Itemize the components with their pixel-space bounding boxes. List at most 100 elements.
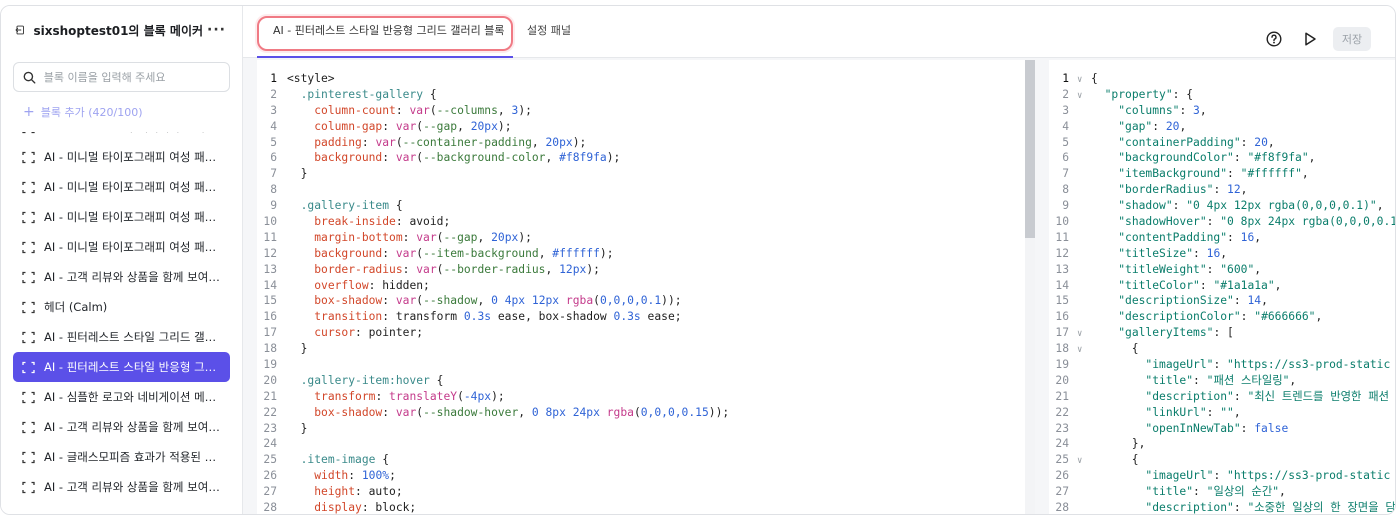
code-token: "linkUrl" (1145, 405, 1207, 419)
line-number: 18 (263, 342, 277, 356)
css-editor-scrollbar[interactable] (1025, 60, 1035, 514)
line-number: 2 (270, 87, 277, 101)
sidebar-item[interactable]: AI - 미니멀 타이포그래피 여성 패션 히... (1, 142, 230, 172)
code-token: ); (599, 246, 614, 260)
line-number: 5 (270, 135, 277, 149)
sidebar-item[interactable]: AI - 핀터레스트 스타일 그리드 갤러리 ... (1, 322, 230, 352)
code-token: "gap" (1118, 119, 1153, 133)
code-token: ); (606, 151, 621, 165)
sidebar-item-label: AI - 미니멀 타이포그래피 여성 패션 히... (44, 210, 220, 224)
sidebar-item[interactable]: AI - 미니멀 타이포그래피 여성 패션 히... (1, 172, 230, 202)
sidebar-item[interactable]: AI - 미니멀 타이포그래피 여성 패션 히... (1, 202, 230, 232)
code-token: : (1240, 310, 1255, 324)
code-token: "600" (1220, 262, 1255, 276)
sidebar-item-active[interactable]: AI - 핀터레스트 스타일 반응형 그리드 ... (13, 352, 230, 382)
line-number: 3 (270, 103, 277, 117)
more-menu-button[interactable]: ··· (203, 22, 230, 38)
css-code-line: 6 background: var(--background-color, #f… (257, 150, 729, 166)
help-circle-icon[interactable] (1265, 30, 1283, 48)
block-icon (22, 151, 35, 163)
json-code-line: 10 "shadowHover": "0 8px 24px rgba(0,0,0… (1049, 214, 1395, 230)
code-token: var (395, 151, 417, 165)
code-token: , (1289, 373, 1297, 387)
code-token: : hidden; (368, 278, 430, 292)
add-block-button[interactable]: + 블록 추가 (420/100) (23, 104, 242, 120)
json-code-line: 28 "description": "소중한 일상의 한 장면을 담 (1049, 500, 1395, 514)
sidebar-item[interactable]: AI - 심플한 로고와 네비게이션 메뉴가 ... (1, 382, 230, 412)
code-token: , (1376, 199, 1384, 213)
sidebar-item[interactable]: AI - 고객 리뷰와 상품을 함께 보여주는... (1, 262, 230, 292)
code-token: "galleryItems" (1118, 326, 1214, 340)
code-token: height (314, 485, 356, 499)
code-token: --container-padding (402, 135, 532, 149)
css-code-line: 17 cursor: pointer; (257, 325, 729, 341)
exit-icon[interactable] (15, 22, 25, 38)
code-token: "일상의 순간" (1206, 485, 1280, 499)
css-code-line: 28 display: block; (257, 500, 729, 514)
code-token: background (314, 246, 383, 260)
sidebar-title: sixshoptest01의 블록 메이커 (33, 23, 204, 38)
tab-block-code[interactable]: AI - 핀터레스트 스타일 반응형 그리드 갤러리 블록 (273, 22, 505, 38)
sidebar-item[interactable]: 헤더 (Calm) (1, 292, 230, 322)
sidebar-item[interactable]: AI - 미니멀 타이포그래피 여성 패션 히... (1, 232, 230, 262)
css-code-line: 7 } (257, 166, 729, 182)
code-token: ( (457, 389, 464, 403)
save-button[interactable]: 저장 (1333, 27, 1371, 51)
code-token: : (348, 469, 362, 483)
code-token: , (1199, 103, 1207, 117)
code-token: , (1301, 167, 1309, 181)
code-token: 0.3s (613, 310, 641, 324)
code-token: { (375, 453, 390, 467)
json-code-editor[interactable]: 1 ∨{2 ∨ "property": {3 "columns": 3, 4 "gap… (1049, 60, 1395, 514)
line-number: 4 (270, 119, 277, 133)
code-token: -4px (463, 389, 492, 403)
code-token: "imageUrl" (1145, 469, 1214, 483)
css-code-line: 25 .item-image { (257, 452, 729, 468)
json-code-line: 16 "descriptionColor": "#666666", (1049, 309, 1395, 325)
code-token: : (395, 103, 410, 117)
block-search-input[interactable] (43, 70, 220, 84)
css-code-line: 11 margin-bottom: var(--gap, 20px); (257, 230, 729, 246)
json-code-line: 15 "descriptionSize": 14, (1049, 293, 1395, 309)
sidebar-item-label: AI - 고객 리뷰와 상품을 함께 보여주는... (44, 270, 220, 284)
code-token: "0 4px 12px rgba(0,0,0,0.1)" (1186, 199, 1377, 213)
code-token: box-shadow (314, 405, 383, 419)
line-number: 2 (1062, 87, 1069, 101)
sidebar-item[interactable]: AI - 고객 리뷰와 상품을 함께 보여주는... (1, 412, 230, 442)
code-token: : (1193, 373, 1207, 387)
tab-settings-panel[interactable]: 설정 패널 (527, 22, 571, 38)
line-number: 1 (1062, 72, 1069, 85)
code-token: "containerPadding" (1118, 135, 1241, 149)
css-editor-scrollbar-thumb[interactable] (1025, 60, 1035, 238)
sidebar-item-label: AI - 고객 리뷰와 상품을 함께 보여주는... (44, 420, 220, 434)
code-token: , (1315, 310, 1323, 324)
code-token: .gallery-item (300, 199, 390, 213)
code-token: "#666666" (1254, 310, 1316, 324)
code-token: .item-image (300, 453, 376, 467)
sidebar-item[interactable]: AI - 고객 리뷰와 상품을 함께 보여주는... (1, 472, 230, 502)
code-token: "" (1220, 405, 1234, 419)
list-item[interactable]: AI - 심플한 로고와 네비게이션 메뉴가 ... (1, 132, 230, 142)
sidebar-item-label: AI - 고객 리뷰와 상품을 함께 보여주는... (44, 480, 220, 494)
code-token: , (518, 405, 532, 419)
line-number: 25 (263, 453, 277, 467)
css-code-line: 18 } (257, 341, 729, 357)
css-code-editor[interactable]: 1 <style> 2 .pinterest-gallery {3 column-c… (257, 60, 1035, 514)
code-token: )); (708, 405, 730, 419)
line-number: 12 (1055, 246, 1069, 260)
block-search-box[interactable] (13, 62, 230, 92)
code-token: rgba (606, 405, 634, 419)
block-icon (22, 361, 35, 373)
code-token: , (1279, 485, 1286, 499)
line-number: 23 (263, 421, 277, 435)
code-token: 20px (545, 135, 573, 149)
sidebar-item[interactable]: AI - 글래스모피즘 효과가 적용된 투명 ... (1, 442, 230, 472)
play-icon[interactable] (1301, 30, 1319, 48)
code-token: : (382, 151, 396, 165)
